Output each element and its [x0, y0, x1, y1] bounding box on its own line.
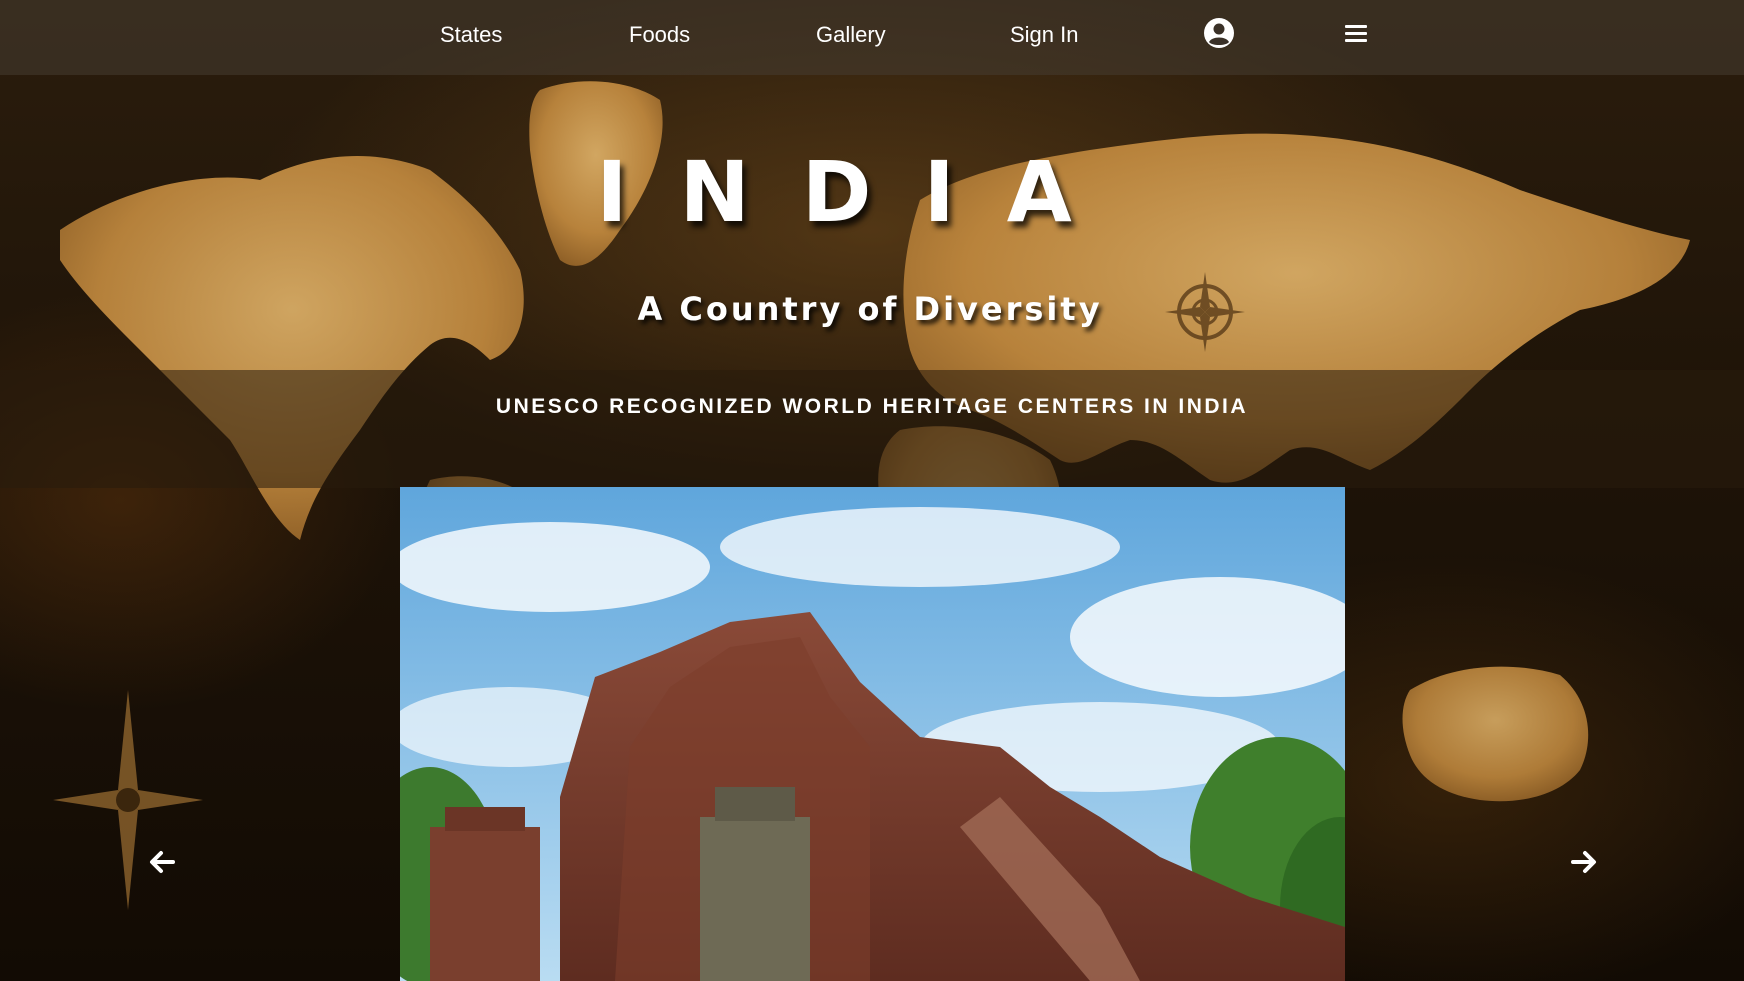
continent-australia	[1402, 666, 1589, 802]
heritage-carousel-slide[interactable]	[400, 487, 1345, 981]
nav-link-sign-in[interactable]: Sign In	[1010, 22, 1079, 48]
compass-rose-icon	[53, 690, 203, 910]
page: States Foods Gallery Sign In INDIA A Cou…	[0, 0, 1744, 981]
nav-link-states[interactable]: States	[440, 22, 502, 48]
user-circle-icon[interactable]	[1203, 17, 1235, 49]
nav-link-foods[interactable]: Foods	[629, 22, 690, 48]
hero-subtitle: A Country of Diversity	[637, 290, 1103, 328]
arrow-right-icon[interactable]	[1567, 845, 1601, 879]
nalanda-ruins-photo	[400, 487, 1345, 981]
arrow-left-icon[interactable]	[145, 845, 179, 879]
heritage-heading: UNESCO RECOGNIZED WORLD HERITAGE CENTERS…	[495, 395, 1249, 418]
hero-title: INDIA	[596, 143, 1124, 241]
heritage-band	[0, 370, 1744, 488]
nav-link-gallery[interactable]: Gallery	[816, 22, 886, 48]
hamburger-menu-icon[interactable]	[1340, 17, 1372, 49]
top-navbar: States Foods Gallery Sign In	[0, 0, 1744, 75]
